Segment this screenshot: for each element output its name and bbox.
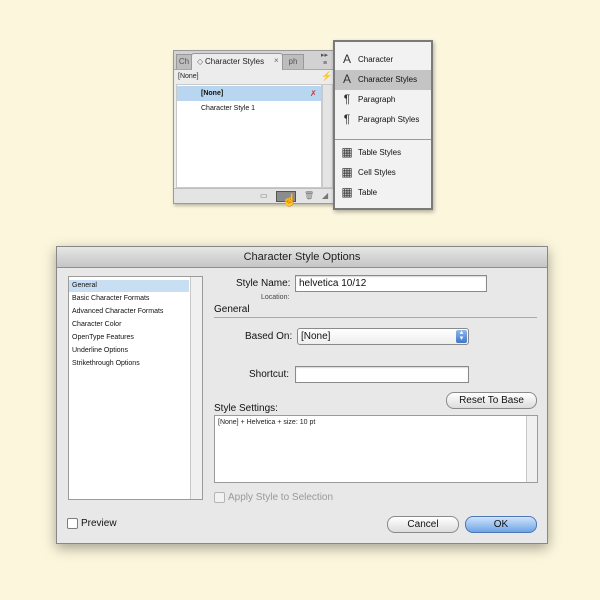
tab-dot-icon: ◇	[197, 57, 204, 66]
list-item-none[interactable]: [None] ✗	[177, 86, 321, 101]
section-divider	[214, 317, 537, 318]
quick-apply-icon[interactable]: ⚡	[321, 71, 332, 82]
category-character-color[interactable]: Character Color	[69, 319, 189, 331]
dialog-titlebar[interactable]: Character Style Options	[57, 247, 547, 268]
based-on-select[interactable]: [None] ▴ ▾	[297, 328, 469, 345]
based-on-value: [None]	[301, 331, 331, 342]
shortcut-label: Shortcut:	[249, 369, 290, 380]
panel-dock-strip: A Character A Character Styles ¶ Paragra…	[333, 40, 433, 210]
category-general[interactable]: General	[69, 280, 189, 292]
preview-label: Preview	[81, 518, 117, 529]
cell-styles-icon: ▦	[341, 165, 353, 179]
style-settings-label: Style Settings:	[214, 403, 278, 414]
menu-item-label: Paragraph	[358, 95, 396, 104]
list-item-character-style-1[interactable]: Character Style 1	[177, 101, 321, 116]
menu-item-cell-styles[interactable]: ▦ Cell Styles	[335, 163, 431, 183]
clear-override-icon[interactable]: ✗	[310, 86, 317, 101]
style-settings-scrollbar[interactable]	[526, 416, 537, 482]
panel-bottom-bar: ▭ ☝ 🗑 ◢	[174, 188, 334, 207]
tab-paragraph[interactable]: ph	[282, 54, 304, 69]
shortcut-input[interactable]	[295, 366, 469, 383]
paragraph-icon: ¶	[343, 92, 351, 106]
section-general-title: General	[214, 304, 250, 315]
list-item-label: Character Style 1	[201, 105, 256, 112]
character-style-options-dialog: Character Style Options General Basic Ch…	[56, 246, 548, 544]
based-on-label: Based On:	[245, 331, 293, 342]
character-styles-icon: A	[342, 72, 351, 86]
style-settings-box: [None] + Helvetica + size: 10 pt	[214, 415, 538, 483]
dialog-title: Character Style Options	[243, 251, 361, 263]
menu-divider	[335, 139, 431, 140]
category-strikethrough-options[interactable]: Strikethrough Options	[69, 358, 189, 370]
category-advanced-character-formats[interactable]: Advanced Character Formats	[69, 306, 189, 318]
style-settings-text: [None] + Helvetica + size: 10 pt	[218, 419, 316, 426]
category-underline-options[interactable]: Underline Options	[69, 345, 189, 357]
category-opentype-features[interactable]: OpenType Features	[69, 332, 189, 344]
ok-button[interactable]: OK	[465, 516, 537, 533]
panel-menu-icon[interactable]: ≡	[323, 60, 327, 67]
menu-item-label: Paragraph Styles	[358, 115, 420, 124]
table-icon: ▦	[341, 185, 353, 199]
apply-style-label: Apply Style to Selection	[228, 492, 334, 503]
character-icon: A	[342, 52, 351, 66]
close-icon[interactable]: ×	[274, 56, 279, 65]
menu-item-label: Table Styles	[358, 148, 402, 157]
apply-style-checkbox[interactable]	[214, 492, 225, 503]
character-styles-panel: Ch ◇ Character Styles × ph ▸▸ ≡ [None] ⚡…	[173, 50, 335, 207]
table-styles-icon: ▦	[341, 145, 353, 159]
category-basic-character-formats[interactable]: Basic Character Formats	[69, 293, 189, 305]
menu-item-character-styles[interactable]: A Character Styles	[335, 70, 431, 90]
category-list-scrollbar[interactable]	[190, 277, 202, 499]
pointer-cursor-icon: ☝	[282, 193, 297, 207]
list-scrollbar[interactable]	[322, 84, 333, 188]
options-category-list: General Basic Character Formats Advanced…	[68, 276, 203, 500]
tab-character[interactable]: Ch	[176, 54, 192, 69]
menu-item-paragraph-styles[interactable]: ¶ Paragraph Styles	[335, 110, 431, 130]
cancel-button[interactable]: Cancel	[387, 516, 459, 533]
resize-grip-icon[interactable]: ◢	[322, 191, 328, 200]
paragraph-styles-icon: ¶	[343, 112, 351, 126]
tab-character-styles[interactable]: ◇ Character Styles ×	[191, 53, 283, 70]
menu-item-table[interactable]: ▦ Table	[335, 183, 431, 203]
panel-tab-bar: Ch ◇ Character Styles × ph ▸▸ ≡	[174, 51, 334, 70]
location-label: Location:	[261, 294, 290, 301]
tab-label: Character Styles	[205, 57, 265, 66]
select-arrows-icon: ▴ ▾	[456, 329, 467, 343]
style-name-label: Style Name:	[236, 278, 291, 289]
current-style-label: [None]	[178, 73, 199, 80]
folder-icon[interactable]: ▭	[260, 191, 268, 200]
style-name-input[interactable]: helvetica 10/12	[295, 275, 487, 292]
styles-list: [None] ✗ Character Style 1	[176, 84, 322, 188]
menu-item-character[interactable]: A Character	[335, 50, 431, 70]
menu-item-label: Table	[358, 188, 378, 197]
trash-icon[interactable]: 🗑	[304, 191, 314, 200]
collapse-arrows-icon[interactable]: ▸▸	[321, 51, 328, 59]
reset-to-base-button[interactable]: Reset To Base	[446, 392, 537, 409]
menu-item-paragraph[interactable]: ¶ Paragraph	[335, 90, 431, 110]
menu-item-label: Character Styles	[358, 75, 418, 84]
menu-item-label: Cell Styles	[358, 168, 396, 177]
preview-checkbox[interactable]	[67, 518, 78, 529]
menu-item-table-styles[interactable]: ▦ Table Styles	[335, 143, 431, 163]
list-item-label: [None]	[201, 90, 224, 97]
menu-item-label: Character	[358, 55, 394, 64]
